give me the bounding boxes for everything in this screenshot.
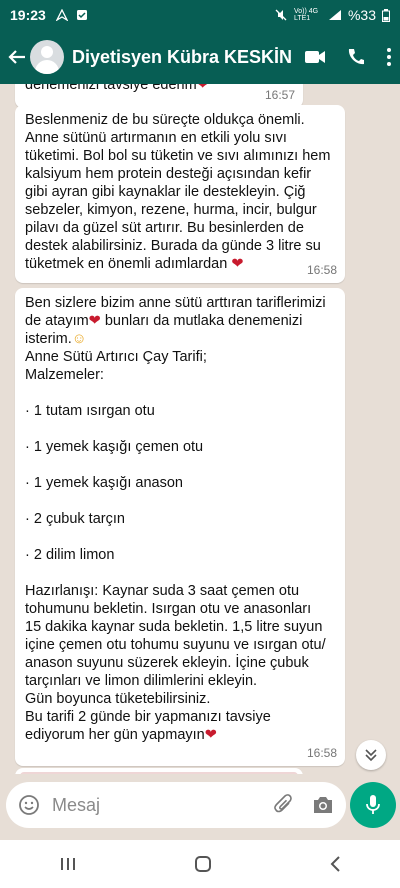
recipe-text: Anne Sütü Artırıcı Çay Tarifi; Malzemele… bbox=[25, 349, 326, 743]
location-icon bbox=[55, 9, 68, 21]
back-nav-icon[interactable] bbox=[329, 855, 341, 873]
message-time: 16:58 bbox=[306, 263, 337, 277]
chat-area[interactable]: denemenizi tavsiye ederim❤ 16:57 Beslenm… bbox=[0, 84, 400, 774]
double-chevron-down-icon bbox=[365, 749, 377, 762]
message-input[interactable] bbox=[50, 793, 244, 817]
heart-emoji: ❤ bbox=[196, 84, 209, 93]
heart-emoji: ❤ bbox=[231, 256, 244, 272]
home-icon[interactable] bbox=[194, 855, 212, 873]
message-time: 16:57 bbox=[264, 88, 295, 102]
battery-icon bbox=[382, 8, 390, 22]
heart-emoji: ❤ bbox=[88, 313, 101, 329]
system-nav-bar bbox=[0, 840, 400, 888]
status-bar: 19:23 Vo)) 4G LTE1 %33 bbox=[0, 0, 400, 30]
message-bubble[interactable]: Ben sizlere bizim anne sütü arttıran tar… bbox=[15, 288, 345, 766]
more-options-icon[interactable] bbox=[386, 47, 392, 67]
chat-header: Diyetisyen Kübra KESKİN bbox=[0, 30, 400, 84]
mute-icon bbox=[275, 9, 287, 21]
recent-apps-icon[interactable] bbox=[59, 856, 77, 872]
message-time: 16:58 bbox=[306, 746, 337, 760]
back-button[interactable] bbox=[8, 48, 26, 66]
message-input-pill bbox=[6, 782, 346, 828]
mic-icon bbox=[366, 795, 380, 814]
download-check-icon bbox=[76, 10, 87, 20]
message-text: Beslenmeniz de bu süreçte oldukça önemli… bbox=[25, 112, 331, 272]
message-text: denemenizi tavsiye ederim bbox=[25, 84, 197, 93]
avatar[interactable] bbox=[30, 40, 64, 74]
attach-icon[interactable] bbox=[274, 794, 294, 816]
mic-button[interactable] bbox=[350, 782, 396, 828]
emoji-icon[interactable] bbox=[18, 794, 40, 816]
network-text: Vo)) 4G LTE1 bbox=[293, 8, 319, 22]
status-time: 19:23 bbox=[10, 7, 46, 23]
signal-icon bbox=[328, 10, 341, 20]
phone-icon[interactable] bbox=[346, 47, 366, 67]
battery-text: %33 bbox=[347, 7, 376, 23]
message-bubble[interactable]: Beslenmeniz de bu süreçte oldukça önemli… bbox=[15, 105, 345, 283]
back-arrow-icon bbox=[8, 50, 25, 64]
smile-emoji: ☺ bbox=[71, 331, 87, 347]
contact-name[interactable]: Diyetisyen Kübra KESKİN bbox=[72, 47, 292, 68]
scroll-down-button[interactable] bbox=[356, 740, 386, 770]
compose-bar bbox=[0, 774, 400, 840]
camera-icon[interactable] bbox=[312, 796, 334, 814]
heart-emoji: ❤ bbox=[204, 727, 217, 743]
video-call-icon[interactable] bbox=[304, 49, 326, 65]
